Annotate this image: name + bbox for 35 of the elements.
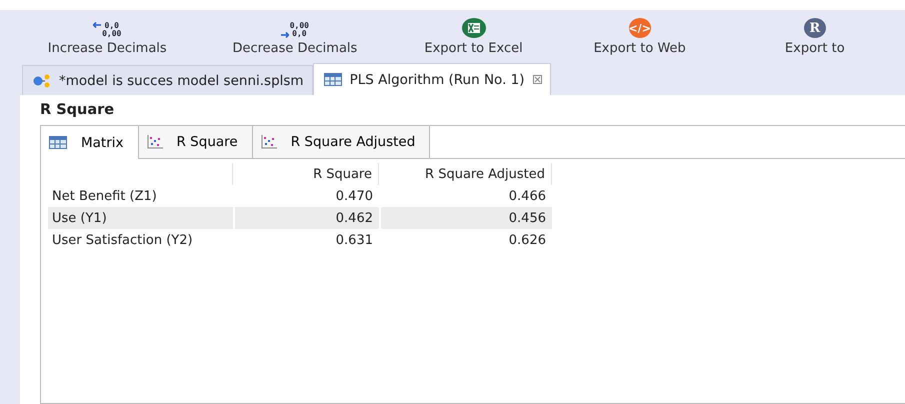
view-tab[interactable]: R Square [138, 126, 253, 158]
table-cell-text: 0.466 [508, 188, 547, 206]
close-icon[interactable] [532, 75, 542, 84]
scatter-icon [260, 135, 277, 149]
view-tab[interactable]: R Square Adjusted [252, 126, 430, 158]
table-icon [49, 136, 67, 149]
decimals-icon: 0,0 0,00 [93, 22, 122, 38]
table-cell-text: 0.470 [334, 188, 374, 206]
table-cell: 0.456 [381, 207, 552, 229]
right-arrow-icon [280, 32, 289, 38]
table-cell-text: 0.631 [334, 232, 374, 250]
toolbar-button[interactable]: Export to Excel [392, 10, 555, 62]
column-header: R Square [235, 163, 379, 185]
diagram-icon [33, 74, 51, 88]
table-icon [324, 73, 342, 86]
r-icon: R [804, 18, 826, 38]
toolbar-button[interactable]: R Export to [724, 10, 905, 62]
decimals-icon: 0,00 0,0 [280, 22, 309, 38]
view-tab[interactable]: Matrix [41, 126, 139, 159]
toolbar-button[interactable]: 0,0 0,00 Increase Decimals [17, 10, 198, 62]
toolbar-button[interactable]: </> Export to Web [554, 10, 725, 62]
spreadsheet-icon [462, 18, 486, 38]
column-header: R Square Adjusted [381, 163, 552, 185]
row-label[interactable]: User Satisfaction (Y2) [48, 229, 233, 251]
row-label[interactable]: Net Benefit (Z1) [48, 185, 233, 207]
code-icon: </> [628, 18, 651, 38]
scatter-icon [146, 135, 163, 149]
editor-tab[interactable]: *model is succes model senni.splsm [22, 65, 313, 95]
section-title: R Square [40, 102, 116, 118]
row-label[interactable]: Use (Y1) [48, 207, 233, 229]
table-cell: 0.462 [235, 207, 379, 229]
left-arrow-icon [93, 22, 102, 28]
toolbar-button[interactable]: 0,00 0,0 Decrease Decimals [197, 10, 392, 62]
table-cell-text: 0.626 [508, 232, 547, 250]
editor-tab[interactable]: PLS Algorithm (Run No. 1) [312, 63, 551, 95]
